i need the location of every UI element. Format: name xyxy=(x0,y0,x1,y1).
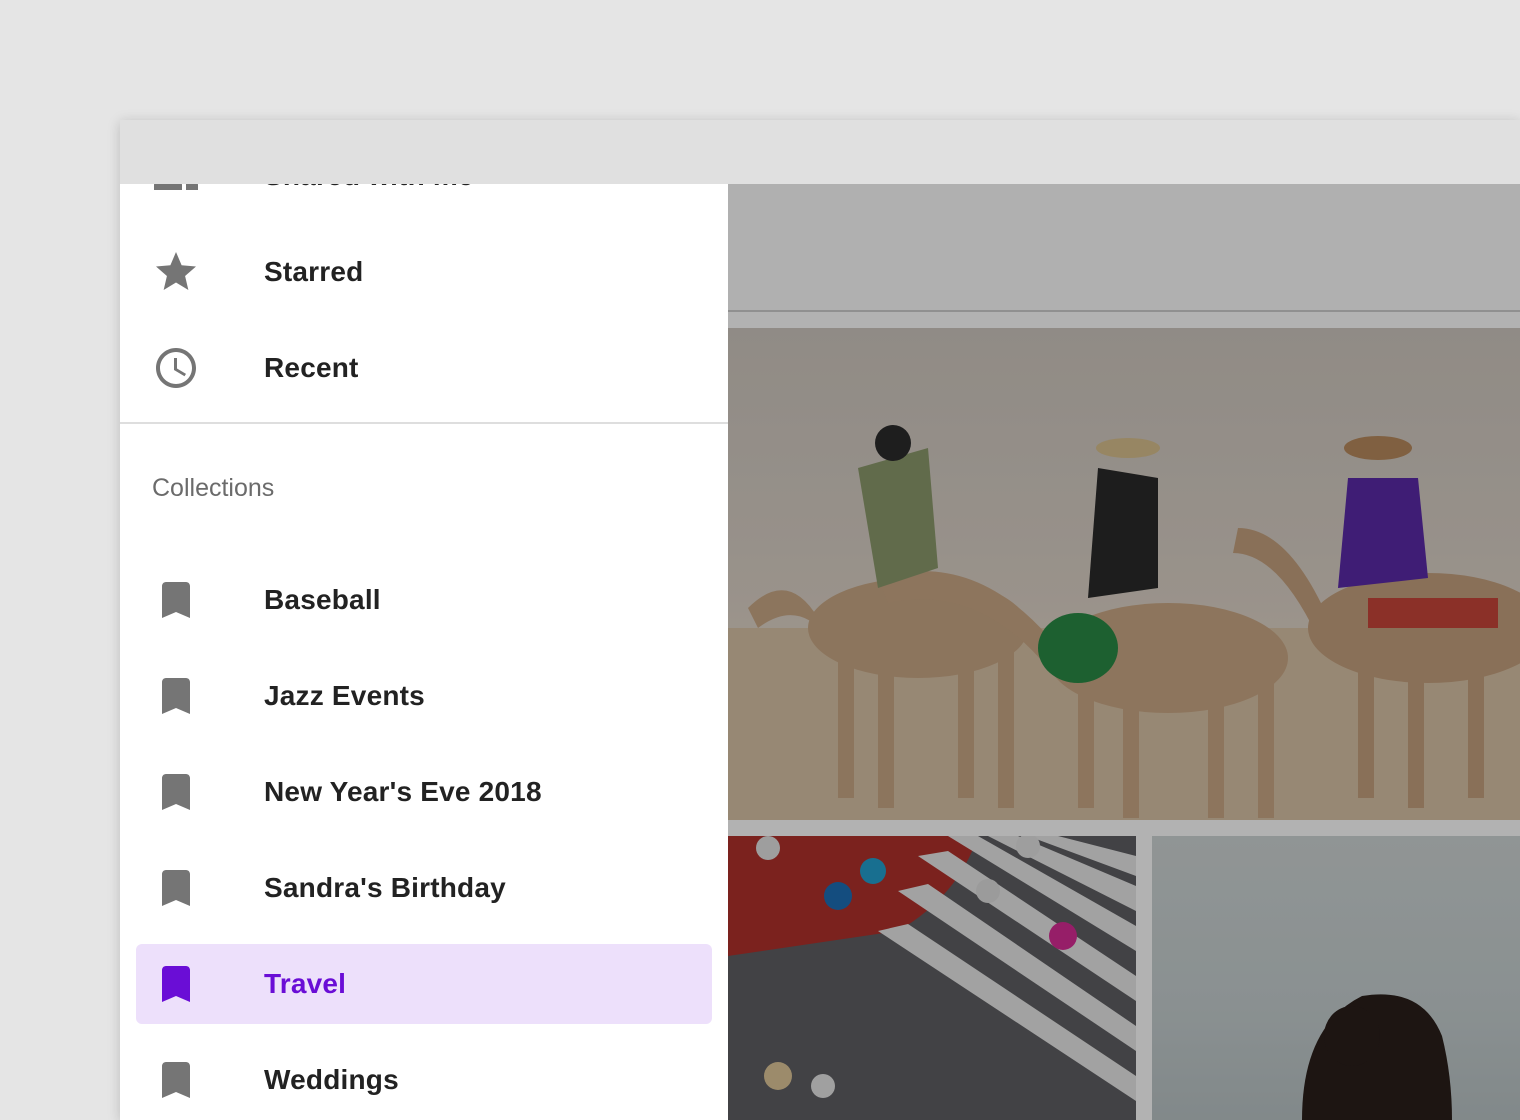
collection-item-jazz-events[interactable]: Jazz Events xyxy=(120,648,728,744)
collection-item-label: New Year's Eve 2018 xyxy=(264,776,542,807)
collection-item-sandras-birthday[interactable]: Sandra's Birthday xyxy=(120,840,728,936)
app-content: Shared with me Starred Recent Collection… xyxy=(120,184,1520,1120)
drawer-list: Shared with me Starred Recent Collection… xyxy=(120,184,728,1120)
collection-item-label: Sandra's Birthday xyxy=(264,872,506,903)
drawer-item-starred[interactable]: Starred xyxy=(120,224,728,320)
drawer-item-label: Recent xyxy=(264,352,359,383)
active-item-highlight xyxy=(136,944,712,1024)
collection-item-label: Jazz Events xyxy=(264,680,425,711)
clock-icon xyxy=(152,346,200,390)
bookmark-icon xyxy=(152,962,200,1006)
bookmark-icon xyxy=(152,578,200,622)
collections-subheader: Collections xyxy=(152,474,275,502)
collections-list: Baseball Jazz Events New Year's Eve 2018 xyxy=(120,552,728,1120)
collection-item-baseball[interactable]: Baseball xyxy=(120,552,728,648)
bookmark-icon xyxy=(152,674,200,718)
drawer-item-recent[interactable]: Recent xyxy=(120,320,728,416)
drawer-item-shared-with-me[interactable]: Shared with me xyxy=(120,184,728,224)
people-icon xyxy=(152,184,200,198)
bookmark-icon xyxy=(152,770,200,814)
collection-item-label: Baseball xyxy=(264,584,381,615)
star-icon xyxy=(152,250,200,294)
bookmark-icon xyxy=(152,1058,200,1102)
window-title-bar xyxy=(120,120,1520,184)
collection-item-weddings[interactable]: Weddings xyxy=(120,1032,728,1120)
collection-item-label: Weddings xyxy=(264,1064,399,1095)
collection-item-travel[interactable]: Travel xyxy=(120,936,728,1032)
drawer-item-label: Starred xyxy=(264,256,364,287)
navigation-drawer: Shared with me Starred Recent Collection… xyxy=(120,184,728,1120)
drawer-item-label: Shared with me xyxy=(264,184,474,224)
collection-item-label: Travel xyxy=(264,968,347,999)
collection-item-new-years-eve-2018[interactable]: New Year's Eve 2018 xyxy=(120,744,728,840)
bookmark-icon xyxy=(152,866,200,910)
app-window: Shared with me Starred Recent Collection… xyxy=(120,120,1520,1120)
